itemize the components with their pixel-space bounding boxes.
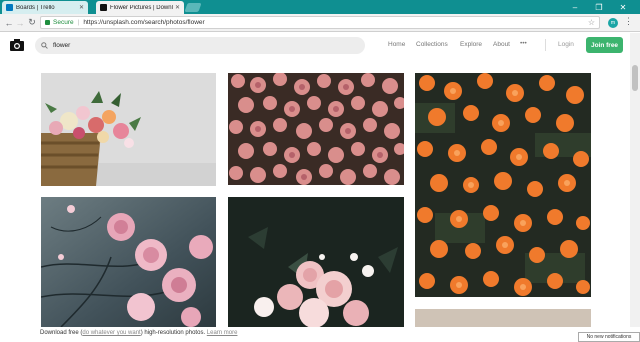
tab-trello[interactable]: Boards | Trello ✕ xyxy=(2,1,88,14)
photo-partial[interactable] xyxy=(415,309,591,327)
more-menu-icon[interactable]: ••• xyxy=(520,40,527,47)
secure-label: Secure xyxy=(53,19,74,26)
search-input[interactable] xyxy=(53,42,253,49)
join-free-button[interactable]: Join free xyxy=(586,37,623,53)
close-icon[interactable]: ✕ xyxy=(175,4,180,11)
minimize-icon[interactable]: – xyxy=(566,0,584,14)
browser-tab-bar: Boards | Trello ✕ Flower Pictures | Down… xyxy=(0,0,640,14)
photo-pink-bouquet-dark[interactable] xyxy=(228,197,404,327)
download-banner: Download free (do whatever you want) hig… xyxy=(0,327,640,342)
close-window-icon[interactable]: ✕ xyxy=(614,0,632,14)
tab-unsplash[interactable]: Flower Pictures | Downl ✕ xyxy=(96,1,184,14)
lock-icon xyxy=(45,20,50,25)
trello-icon xyxy=(6,4,13,11)
license-link[interactable]: do whatever you want xyxy=(82,330,140,336)
pink-bouquet-image xyxy=(228,197,404,327)
search-bar[interactable] xyxy=(35,37,365,54)
camera-logo-icon[interactable] xyxy=(10,39,24,51)
forward-icon[interactable]: → xyxy=(14,16,26,29)
url-field[interactable]: Secure | https://unsplash.com/search/pho… xyxy=(40,16,600,29)
photo-pink-chrysanthemums[interactable] xyxy=(228,73,404,185)
address-bar: ← → ↻ Secure | https://unsplash.com/sear… xyxy=(0,14,640,32)
search-icon xyxy=(41,42,48,49)
learn-more-link[interactable]: Learn more xyxy=(207,330,238,336)
camera-icon xyxy=(100,4,107,11)
notification-toast: No new notifications xyxy=(578,332,640,342)
site-header: Home Collections Explore About ••• Login… xyxy=(0,33,630,59)
separator: | xyxy=(77,19,80,26)
reload-icon[interactable]: ↻ xyxy=(26,16,38,29)
download-banner-text: Download free (do whatever you want) hig… xyxy=(40,330,237,336)
photo-pink-roses-branches[interactable] xyxy=(41,197,216,327)
close-icon[interactable]: ✕ xyxy=(79,4,84,11)
browser-menu-icon[interactable]: ⋮ xyxy=(624,16,633,27)
pink-roses-image xyxy=(41,197,216,327)
new-tab-button[interactable] xyxy=(184,3,202,12)
bouquet-image xyxy=(41,73,216,186)
photo-basket-bouquet[interactable] xyxy=(41,73,216,186)
divider xyxy=(545,39,546,51)
login-link[interactable]: Login xyxy=(558,41,574,48)
url-text: https://unsplash.com/search/photos/flowe… xyxy=(83,19,205,26)
nav-home[interactable]: Home xyxy=(388,41,405,48)
tab-title: Boards | Trello xyxy=(16,4,55,11)
nav-explore[interactable]: Explore xyxy=(460,41,482,48)
banner-text-start: Download free ( xyxy=(40,330,83,336)
nav-about[interactable]: About xyxy=(493,41,510,48)
nav-collections[interactable]: Collections xyxy=(416,41,448,48)
photo-orange-flowers[interactable] xyxy=(415,73,591,297)
orange-flowers-image xyxy=(415,73,591,297)
banner-text-end: ) high-resolution photos. xyxy=(140,330,207,336)
extension-icon[interactable]: m xyxy=(608,18,618,28)
chrysanthemum-image xyxy=(228,73,404,185)
page-scrollbar[interactable] xyxy=(630,33,640,342)
bookmark-star-icon[interactable]: ☆ xyxy=(588,18,595,27)
scrollbar-thumb[interactable] xyxy=(632,65,638,91)
maximize-icon[interactable]: ❐ xyxy=(590,0,608,14)
tab-title: Flower Pictures | Downl xyxy=(110,4,173,11)
